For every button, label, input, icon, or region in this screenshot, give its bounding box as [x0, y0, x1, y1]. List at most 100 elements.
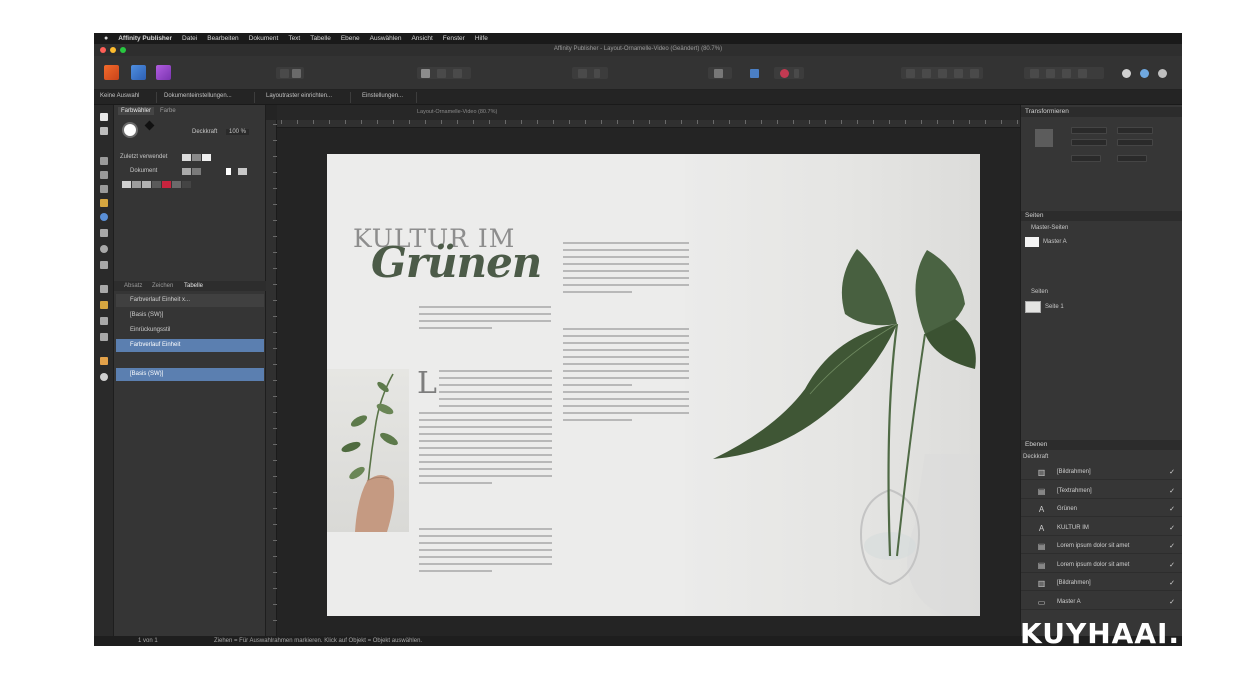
- palette-swatch[interactable]: [182, 181, 191, 188]
- arrange-front-icon[interactable]: [954, 69, 963, 78]
- style-row[interactable]: Farbverlauf Einheit: [116, 339, 264, 352]
- hand-with-plant-image[interactable]: [327, 369, 409, 532]
- visibility-check-icon[interactable]: ✓: [1169, 539, 1175, 554]
- zoom-tool-icon[interactable]: [100, 373, 108, 381]
- rotation-field[interactable]: [1071, 155, 1101, 162]
- gear-icon[interactable]: [292, 69, 301, 78]
- preferences-button[interactable]: Einstellungen...: [362, 93, 403, 99]
- eyedropper-icon[interactable]: [144, 120, 155, 131]
- arrange-backward-icon[interactable]: [922, 69, 931, 78]
- document-page[interactable]: KULTUR IM Grünen L: [327, 154, 980, 616]
- fill-stroke-icon[interactable]: [122, 122, 138, 138]
- visibility-check-icon[interactable]: ✓: [1169, 484, 1175, 499]
- page-indicator[interactable]: 1 von 1: [138, 636, 158, 646]
- table-tool-icon[interactable]: [100, 171, 108, 179]
- recent-swatch[interactable]: [192, 154, 201, 161]
- menu-tabelle[interactable]: Tabelle: [310, 35, 331, 42]
- tab-color[interactable]: Farbe: [160, 107, 176, 115]
- headline-gruenen[interactable]: Grünen: [371, 242, 542, 284]
- fill-color-icon[interactable]: [780, 69, 789, 78]
- document-palette-label[interactable]: Dokument: [130, 168, 157, 174]
- color-picker-tool-icon[interactable]: [100, 301, 108, 309]
- visibility-check-icon[interactable]: ✓: [1169, 521, 1175, 536]
- flip-horizontal-icon[interactable]: [1030, 69, 1039, 78]
- apple-icon[interactable]: ●: [104, 35, 108, 42]
- visibility-check-icon[interactable]: ✓: [1169, 465, 1175, 480]
- settings-icon[interactable]: [280, 69, 289, 78]
- layer-row[interactable]: ▤ Lorem ipsum dolor sit amet ✓: [1021, 558, 1182, 573]
- palette-swatch[interactable]: [172, 181, 181, 188]
- publisher-persona-icon[interactable]: [104, 65, 119, 80]
- page-1-label[interactable]: Seite 1: [1045, 304, 1064, 310]
- y-position-field[interactable]: [1071, 139, 1107, 146]
- picture-frame-icon[interactable]: [453, 69, 462, 78]
- menu-bearbeiten[interactable]: Bearbeiten: [207, 35, 238, 42]
- flip-vertical-icon[interactable]: [1046, 69, 1055, 78]
- recent-swatch[interactable]: [202, 154, 211, 161]
- x-position-field[interactable]: [1071, 127, 1107, 134]
- arrange-forward-icon[interactable]: [938, 69, 947, 78]
- layout-grid-button[interactable]: Layoutraster einrichten...: [266, 93, 332, 99]
- palette-swatch[interactable]: [192, 168, 201, 175]
- chevron-down-icon[interactable]: [594, 69, 600, 78]
- style-row[interactable]: [Basis (SW)]: [116, 309, 264, 322]
- text-frame-tool-icon[interactable]: [100, 157, 108, 165]
- layers-panel-title[interactable]: Ebenen: [1021, 440, 1182, 450]
- move-tool-icon[interactable]: [100, 113, 108, 121]
- visibility-check-icon[interactable]: ✓: [1169, 595, 1175, 610]
- recent-swatch[interactable]: [182, 154, 191, 161]
- photo-persona-icon[interactable]: [131, 65, 146, 80]
- palette-swatch[interactable]: [226, 168, 231, 175]
- layer-row[interactable]: A KULTUR IM ✓: [1021, 521, 1182, 536]
- menu-auswaehlen[interactable]: Auswählen: [370, 35, 402, 42]
- palette-swatch[interactable]: [238, 168, 247, 175]
- insert-icon[interactable]: [578, 69, 587, 78]
- horizontal-ruler[interactable]: [277, 120, 1020, 128]
- rotate-right-icon[interactable]: [1078, 69, 1087, 78]
- boolean-subtract-icon[interactable]: [1140, 69, 1149, 78]
- layer-row[interactable]: ▥ [Bildrahmen] ✓: [1021, 576, 1182, 591]
- transform-panel-title[interactable]: Transformieren: [1021, 107, 1182, 117]
- height-field[interactable]: [1117, 139, 1153, 146]
- tab-paragraph[interactable]: Absatz: [124, 283, 142, 289]
- rectangle-tool-icon[interactable]: [100, 261, 108, 269]
- layer-row[interactable]: ▭ Master A ✓: [1021, 595, 1182, 610]
- visibility-check-icon[interactable]: ✓: [1169, 502, 1175, 517]
- menu-datei[interactable]: Datei: [182, 35, 197, 42]
- master-a-label[interactable]: Master A: [1043, 239, 1067, 245]
- page-1-thumbnail[interactable]: [1025, 301, 1041, 313]
- tab-character[interactable]: Zeichen: [152, 283, 173, 289]
- artistic-text-tool-icon[interactable]: [100, 185, 108, 193]
- palette-swatch[interactable]: [162, 181, 171, 188]
- arrange-back-icon[interactable]: [906, 69, 915, 78]
- menu-hilfe[interactable]: Hilfe: [475, 35, 488, 42]
- designer-persona-icon[interactable]: [156, 65, 171, 80]
- visibility-check-icon[interactable]: ✓: [1169, 576, 1175, 591]
- align-icon[interactable]: [970, 69, 979, 78]
- tab-table[interactable]: Tabelle: [184, 283, 203, 289]
- snapping-icon[interactable]: [714, 69, 723, 78]
- chevron-down-icon[interactable]: [794, 69, 799, 78]
- menu-fenster[interactable]: Fenster: [443, 35, 465, 42]
- shear-field[interactable]: [1117, 155, 1147, 162]
- palette-swatch[interactable]: [142, 181, 151, 188]
- palette-swatch[interactable]: [182, 168, 191, 175]
- anchor-selector[interactable]: [1035, 129, 1053, 147]
- text-frame-icon[interactable]: [437, 69, 446, 78]
- menu-text[interactable]: Text: [288, 35, 300, 42]
- layer-row[interactable]: ▥ [Bildrahmen] ✓: [1021, 465, 1182, 480]
- vertical-ruler[interactable]: [266, 120, 277, 638]
- plant-in-vase-image[interactable]: [685, 154, 980, 616]
- layer-row[interactable]: ▤ Lorem ipsum dolor sit amet ✓: [1021, 539, 1182, 554]
- frame-icon[interactable]: [421, 69, 430, 78]
- layer-blend-mode[interactable]: Deckkraft: [1023, 454, 1048, 460]
- tab-color-picker[interactable]: Farbwähler: [118, 107, 155, 115]
- pages-panel-title[interactable]: Seiten: [1021, 211, 1182, 221]
- crop-tool-icon[interactable]: [100, 285, 108, 293]
- menu-dokument[interactable]: Dokument: [249, 35, 279, 42]
- menu-ebene[interactable]: Ebene: [341, 35, 360, 42]
- palette-swatch[interactable]: [132, 181, 141, 188]
- pen-tool-icon[interactable]: [100, 199, 108, 207]
- boolean-intersect-icon[interactable]: [1158, 69, 1167, 78]
- pencil-tool-icon[interactable]: [100, 333, 108, 341]
